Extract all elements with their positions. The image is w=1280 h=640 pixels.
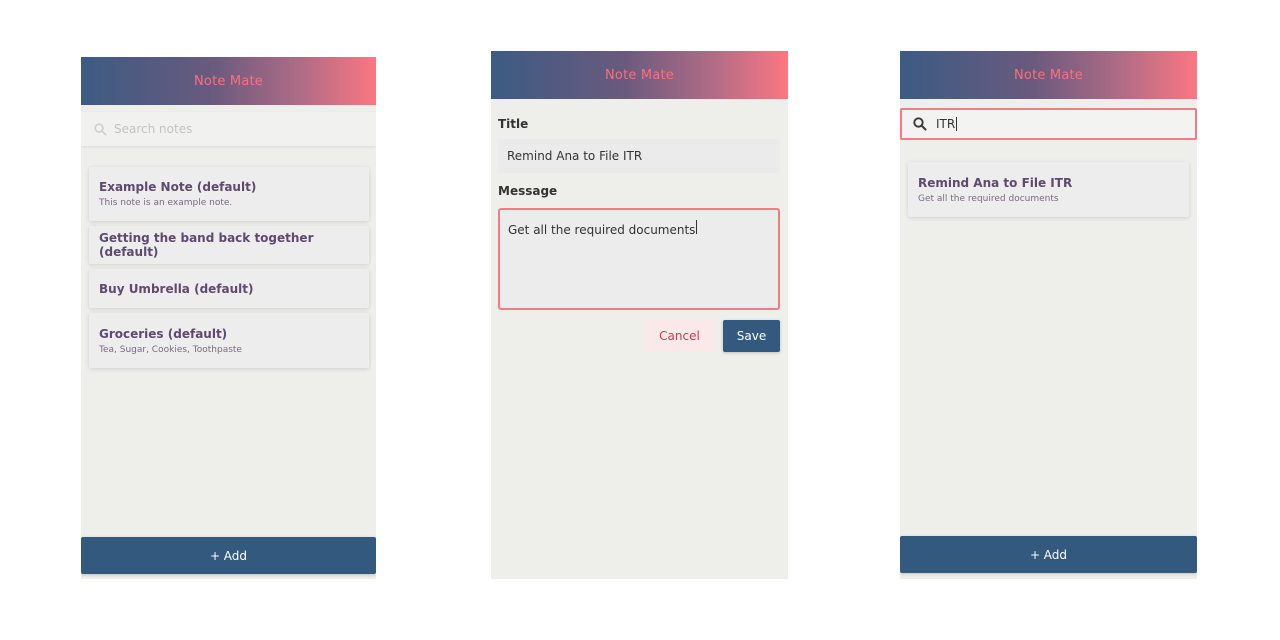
title-label: Title: [498, 117, 529, 131]
text-caret: [696, 220, 698, 234]
note-subtitle: Get all the required documents: [918, 193, 1059, 204]
app-bar: Note Mate: [900, 51, 1197, 99]
title-field-value: Remind Ana to File ITR: [507, 149, 643, 163]
title-field[interactable]: Remind Ana to File ITR: [498, 139, 780, 173]
add-note-button[interactable]: + Add: [900, 536, 1197, 573]
text-caret: [956, 117, 958, 131]
app-title: Note Mate: [605, 67, 674, 83]
note-title: Remind Ana to File ITR: [918, 175, 1073, 190]
search-input[interactable]: ITR: [936, 117, 955, 131]
search-result-card[interactable]: Remind Ana to File ITR Get all the requi…: [908, 162, 1189, 217]
app-title: Note Mate: [194, 73, 263, 89]
note-title: Getting the band back together (default): [99, 231, 314, 259]
search-bar[interactable]: ITR: [900, 108, 1197, 140]
search-icon: [906, 107, 934, 141]
search-results-screen: Note Mate ITR Remind Ana to File ITR Get…: [900, 51, 1197, 579]
search-input[interactable]: [114, 122, 376, 136]
message-label: Message: [498, 184, 558, 198]
note-subtitle: This note is an example note.: [99, 198, 233, 208]
note-card[interactable]: Getting the band back together (default): [89, 226, 369, 264]
note-card[interactable]: Example Note (default) This note is an e…: [89, 167, 369, 221]
save-button[interactable]: Save: [723, 320, 780, 352]
search-bar[interactable]: [81, 112, 376, 146]
app-bar: Note Mate: [81, 57, 376, 105]
note-title: Buy Umbrella (default): [99, 281, 254, 296]
note-subtitle: Tea, Sugar, Cookies, Toothpaste: [99, 344, 242, 355]
note-list-screen: Note Mate Example Note (default) This no…: [81, 57, 376, 579]
note-card[interactable]: Groceries (default) Tea, Sugar, Cookies,…: [89, 313, 369, 368]
search-icon: [86, 112, 114, 146]
cancel-button[interactable]: Cancel: [645, 320, 714, 352]
app-bar: Note Mate: [491, 51, 788, 99]
app-title: Note Mate: [1014, 67, 1083, 83]
edit-note-screen: Note Mate Title Remind Ana to File ITR M…: [491, 51, 788, 579]
message-field-value: Get all the required documents: [508, 223, 696, 237]
message-field[interactable]: Get all the required documents: [498, 208, 780, 310]
add-note-button[interactable]: + Add: [81, 537, 376, 574]
note-title: Groceries (default): [99, 326, 228, 341]
note-title: Example Note (default): [99, 180, 257, 194]
note-card[interactable]: Buy Umbrella (default): [89, 269, 369, 308]
